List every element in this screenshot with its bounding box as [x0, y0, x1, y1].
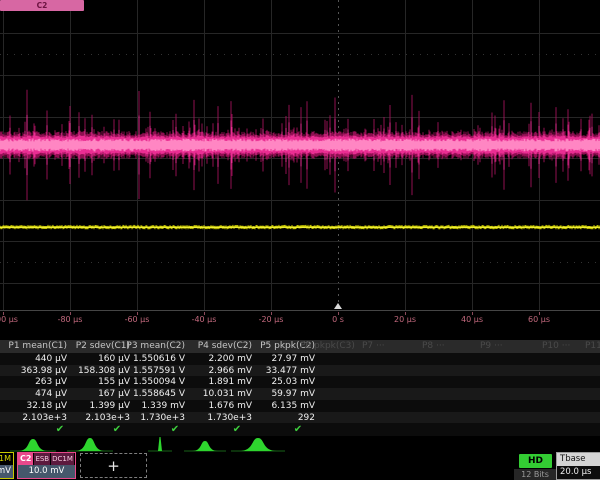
measure-header-row: P1 mean(C1)P2 sdev(C1)P3 mean(C2)P4 sdev… — [0, 340, 600, 353]
status-check-icon: ✔ — [227, 423, 247, 436]
axis-tick-label: -20 µs — [246, 315, 296, 324]
status-check-icon: ✔ — [288, 423, 308, 436]
measure-value: 292 — [245, 412, 315, 424]
measure-row: 32.18 µV1.399 µV1.339 mV1.676 mV6.135 mV — [0, 400, 600, 412]
timebase-value: 20.0 µs — [557, 466, 600, 479]
measure-value: 33.477 mV — [245, 365, 315, 377]
status-check-icon: ✔ — [165, 423, 185, 436]
measure-value: 474 µV — [0, 388, 67, 400]
add-trace-button[interactable]: + — [80, 453, 147, 478]
measure-value: 2.103e+3 — [0, 412, 67, 424]
measure-value: 1.558645 V — [115, 388, 185, 400]
measure-value: 2.200 mV — [182, 353, 252, 365]
measure-value: 1.550616 V — [115, 353, 185, 365]
axis-tick-label: -40 µs — [179, 315, 229, 324]
c1-coupling-label: DC1M — [0, 453, 13, 465]
measure-value: 263 µV — [0, 376, 67, 388]
status-check-icon: ✔ — [50, 423, 70, 436]
waveform-grid — [0, 0, 600, 312]
param-header-inactive[interactable]: P11 — [585, 341, 600, 352]
measure-value: 59.97 mV — [245, 388, 315, 400]
c2-scale-value: 10.0 mV — [18, 465, 75, 478]
time-axis: -100 µs -80 µs -60 µs -40 µs -20 µs 0 s 20 µs 4… — [0, 312, 600, 328]
axis-tick-label: -60 µs — [112, 315, 162, 324]
param-header-inactive[interactable]: P6 pkpk(C3) — [300, 341, 370, 352]
histicon — [75, 438, 105, 451]
measure-value: 1.557591 V — [115, 365, 185, 377]
param-header[interactable]: P1 mean(C1) — [0, 341, 67, 352]
axis-tick-label: 0 s — [313, 315, 363, 324]
channel-c1-descriptor[interactable]: DC1M 10.0 mV — [0, 452, 14, 479]
histicon — [158, 437, 162, 451]
measure-value: 1.550094 V — [115, 376, 185, 388]
histicon — [192, 441, 218, 451]
measure-value: 440 µV — [0, 353, 67, 365]
c1-scale-value: 10.0 mV — [0, 465, 13, 478]
c2-coupling-chip: DC1M — [51, 453, 74, 465]
bottom-bar: DC1M 10.0 mV C2 ESB DC1M 10.0 mV + HD 12… — [0, 452, 600, 480]
parameter-histicons — [0, 436, 600, 452]
measure-row: 474 µV167 µV1.558645 V10.031 mV59.97 mV — [0, 388, 600, 400]
histicon — [18, 439, 48, 451]
axis-tick-label: 60 µs — [514, 315, 564, 324]
measure-row: 363.98 µV158.308 µV1.557591 V2.966 mV33.… — [0, 365, 600, 377]
measure-value: 363.98 µV — [0, 365, 67, 377]
measure-value: 1.730e+3 — [115, 412, 185, 424]
measure-value: 1.676 mV — [182, 400, 252, 412]
trigger-position-marker[interactable] — [334, 303, 342, 309]
oscilloscope-screen: C2 -100 µs -80 µs -60 µs -40 µs -20 µs 0 s 20 … — [0, 0, 600, 480]
param-header[interactable]: P4 sdev(C2) — [182, 341, 252, 352]
measure-value: 32.18 µV — [0, 400, 67, 412]
status-check-icon: ✔ — [107, 423, 127, 436]
axis-tick-label: 40 µs — [447, 315, 497, 324]
c2-channel-chip: C2 — [18, 453, 33, 465]
measure-value: 1.339 mV — [115, 400, 185, 412]
measure-value: 27.97 mV — [245, 353, 315, 365]
measure-row: 2.103e+32.103e+31.730e+31.730e+3292 — [0, 412, 600, 424]
measure-value: 10.031 mV — [182, 388, 252, 400]
measure-value: 1.730e+3 — [182, 412, 252, 424]
c2-tag-chip: ESB — [34, 453, 50, 465]
hd-mode-badge[interactable]: HD — [519, 454, 552, 468]
waveform-traces — [0, 0, 600, 312]
timebase-descriptor[interactable]: Tbase 20.0 µs — [556, 452, 600, 480]
channel-c2-descriptor[interactable]: C2 ESB DC1M 10.0 mV — [17, 452, 76, 479]
axis-tick-label: -100 µs — [0, 315, 28, 324]
measure-row: 263 µV155 µV1.550094 V1.891 mV25.03 mV — [0, 376, 600, 388]
measure-row: 440 µV160 µV1.550616 V2.200 mV27.97 mV — [0, 353, 600, 365]
measure-value: 2.966 mV — [182, 365, 252, 377]
measure-value: 1.891 mV — [182, 376, 252, 388]
measure-value: 6.135 mV — [245, 400, 315, 412]
param-header-inactive[interactable]: P9 ··· — [480, 341, 550, 352]
axis-tick-label: 20 µs — [380, 315, 430, 324]
param-header[interactable]: P3 mean(C2) — [115, 341, 185, 352]
histicon — [239, 438, 277, 451]
trace-label-chip[interactable]: C2 — [0, 0, 84, 11]
measure-value: 25.03 mV — [245, 376, 315, 388]
timebase-title: Tbase — [557, 453, 600, 466]
measure-status-row: ✔ ✔ ✔ ✔ ✔ — [0, 423, 600, 436]
resolution-bits-label: 12 Bits — [514, 469, 556, 480]
measurement-table: P1 mean(C1)P2 sdev(C1)P3 mean(C2)P4 sdev… — [0, 340, 600, 436]
axis-tick-label: -80 µs — [45, 315, 95, 324]
